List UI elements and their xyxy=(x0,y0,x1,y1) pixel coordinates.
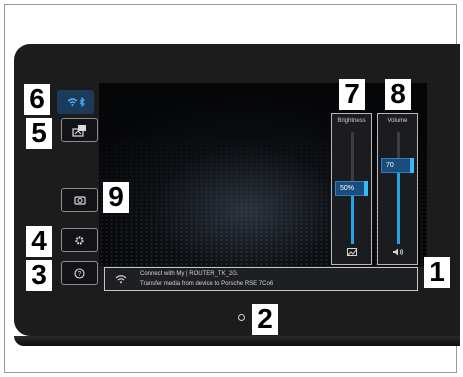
callout-7: 7 xyxy=(339,79,365,110)
volume-fill xyxy=(397,165,400,244)
volume-handle[interactable]: 70 xyxy=(381,158,414,173)
notification-line-2: Transfer media from device to Porsche RS… xyxy=(140,281,274,287)
callout-8: 8 xyxy=(385,79,411,110)
brightness-value: 50% xyxy=(340,185,355,192)
wifi-icon xyxy=(115,275,127,284)
speaker-icon xyxy=(378,248,417,258)
help-icon: ? xyxy=(74,267,85,279)
brightness-slider-panel[interactable]: Brightness 50% xyxy=(331,113,372,265)
device-bezel-bottom xyxy=(14,336,460,346)
media-transfer-button[interactable] xyxy=(61,118,98,142)
gear-icon xyxy=(75,235,84,245)
camera-icon xyxy=(73,196,86,205)
wifi-bluetooth-icon xyxy=(67,97,85,107)
volume-handle-grip xyxy=(410,158,414,173)
callout-6: 6 xyxy=(24,84,50,115)
callout-2: 2 xyxy=(252,304,278,335)
brightness-handle-grip xyxy=(364,181,368,196)
brightness-handle[interactable]: 50% xyxy=(335,181,368,196)
callout-4: 4 xyxy=(26,226,52,257)
notification-line-1: Connect with My | ROUTER_TK_2G. xyxy=(140,271,239,277)
home-circle-icon[interactable] xyxy=(238,314,245,321)
volume-value: 70 xyxy=(386,162,394,169)
callout-3: 3 xyxy=(26,260,52,291)
callout-5: 5 xyxy=(26,118,52,149)
brightness-image-icon xyxy=(332,248,371,258)
media-transfer-icon xyxy=(71,124,86,137)
camera-button[interactable] xyxy=(61,188,98,212)
connectivity-button[interactable] xyxy=(57,90,94,114)
volume-slider-panel[interactable]: Volume 70 xyxy=(377,113,418,265)
brightness-title: Brightness xyxy=(337,118,366,124)
notification-bar[interactable]: Connect with My | ROUTER_TK_2G. Transfer… xyxy=(104,267,418,291)
callout-9: 9 xyxy=(103,182,129,213)
help-button[interactable]: ? xyxy=(61,261,98,285)
svg-text:?: ? xyxy=(78,271,82,278)
callout-1: 1 xyxy=(424,257,450,288)
volume-title: Volume xyxy=(387,118,408,124)
brightness-fill xyxy=(351,188,354,244)
settings-button[interactable] xyxy=(61,228,98,252)
